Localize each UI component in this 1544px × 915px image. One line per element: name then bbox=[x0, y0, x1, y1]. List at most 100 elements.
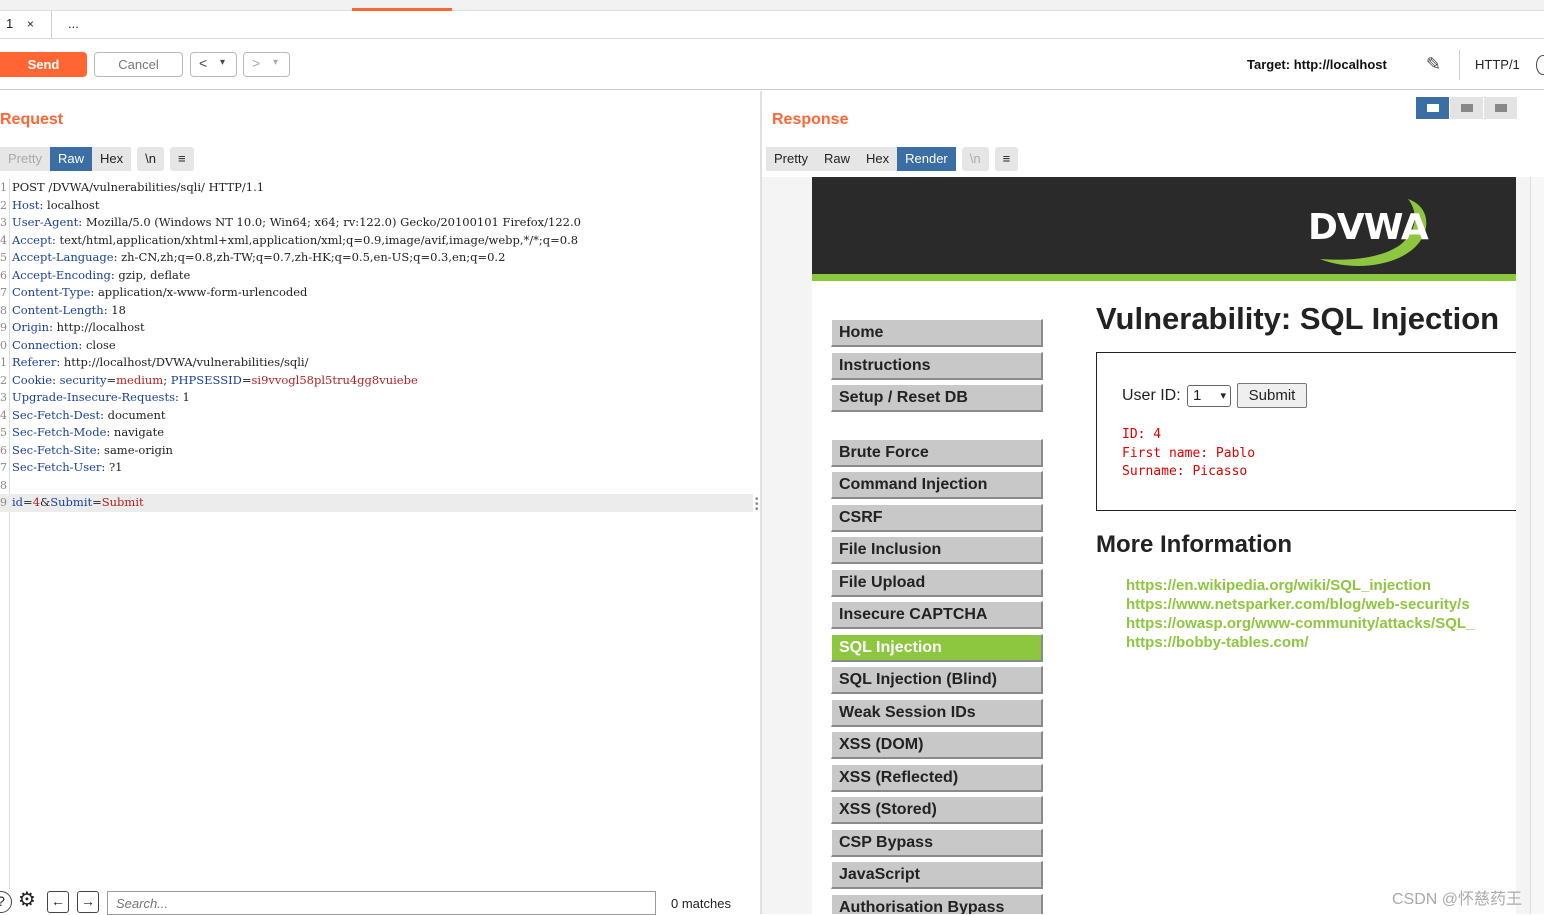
dropdown-arrow-icon[interactable]: ▾ bbox=[220, 57, 225, 68]
line-code: Connection: close bbox=[12, 337, 116, 355]
tab-hex[interactable]: Hex bbox=[91, 147, 132, 171]
info-link[interactable]: https://www.netsparker.com/blog/web-secu… bbox=[1126, 596, 1516, 615]
editor-line[interactable]: 2 Cookie: security=medium; PHPSESSID=si9v… bbox=[0, 372, 753, 390]
repeater-tab-1[interactable]: 1 × bbox=[0, 11, 52, 38]
cancel-button[interactable]: Cancel bbox=[94, 52, 183, 77]
line-number: 7 bbox=[0, 286, 7, 299]
editor-line[interactable]: 7 Content-Type: application/x-www-form-ur… bbox=[0, 284, 753, 302]
menu-icon[interactable]: ≡ bbox=[994, 147, 1019, 171]
menu-item-insecure-captcha[interactable]: Insecure CAPTCHA bbox=[831, 601, 1043, 629]
newline-toggle[interactable]: \n bbox=[137, 147, 164, 171]
editor-line[interactable]: 0 Connection: close bbox=[0, 337, 753, 355]
tab-raw[interactable]: Raw bbox=[815, 147, 858, 171]
menu-item-weak-session-ids[interactable]: Weak Session IDs bbox=[831, 698, 1043, 727]
header-sep: : bbox=[51, 232, 60, 247]
menu-item-brute-force[interactable]: Brute Force bbox=[831, 438, 1043, 467]
pencil-icon[interactable]: ✎ bbox=[1426, 54, 1441, 75]
menu-item-instructions[interactable]: Instructions bbox=[831, 351, 1043, 380]
split-horizontal-icon[interactable] bbox=[1450, 97, 1483, 119]
editor-line[interactable]: 1 Referer: http://localhost/DVWA/vulnerab… bbox=[0, 354, 753, 372]
menu-item-file-inclusion[interactable]: File Inclusion bbox=[831, 536, 1043, 564]
menu-item-javascript[interactable]: JavaScript bbox=[831, 861, 1043, 889]
history-forward-button[interactable]: > ▾ bbox=[243, 52, 290, 77]
request-editor[interactable]: 1 POST /DVWA/vulnerabilities/sqli/ HTTP/1… bbox=[0, 179, 753, 889]
dropdown-arrow-icon[interactable]: ▾ bbox=[273, 57, 278, 68]
help-icon[interactable]: ? bbox=[0, 891, 12, 913]
render-view: DVWA Home Instructions Setup / Reset DB Bru… bbox=[762, 177, 1530, 914]
editor-line[interactable]: 2 Host: localhost bbox=[0, 197, 753, 215]
line-code: Upgrade-Insecure-Requests: 1 bbox=[12, 389, 190, 407]
submit-button[interactable]: Submit bbox=[1237, 383, 1307, 408]
editor-line[interactable]: 6 Accept-Encoding: gzip, deflate bbox=[0, 267, 753, 285]
line-code: Sec-Fetch-User: ?1 bbox=[12, 459, 122, 477]
tab-render[interactable]: Render bbox=[897, 147, 956, 171]
tab-more[interactable]: ... bbox=[62, 11, 92, 38]
single-pane-icon[interactable] bbox=[1484, 97, 1517, 119]
tab-pretty[interactable]: Pretty bbox=[766, 147, 816, 171]
line-code: Sec-Fetch-Dest: document bbox=[12, 407, 165, 425]
tab-raw[interactable]: Raw bbox=[49, 147, 92, 171]
history-back-button[interactable]: < ▾ bbox=[190, 52, 237, 77]
editor-line[interactable]: 4 Sec-Fetch-Dest: document bbox=[0, 407, 753, 425]
editor-line[interactable]: 6 Sec-Fetch-Site: same-origin bbox=[0, 442, 753, 460]
arrow-left-icon[interactable]: ← bbox=[47, 891, 69, 913]
editor-line[interactable]: 8 bbox=[0, 477, 753, 495]
line-number: 1 bbox=[0, 181, 7, 194]
editor-line[interactable]: 1 POST /DVWA/vulnerabilities/sqli/ HTTP/1… bbox=[0, 179, 753, 197]
editor-line[interactable]: 5 Accept-Language: zh-CN,zh;q=0.8,zh-TW;q… bbox=[0, 249, 753, 267]
editor-line[interactable]: 9 Origin: http://localhost bbox=[0, 319, 753, 337]
menu-icon[interactable]: ≡ bbox=[169, 147, 194, 171]
editor-line[interactable]: 7 Sec-Fetch-User: ?1 bbox=[0, 459, 753, 477]
request-title: Request bbox=[0, 111, 64, 128]
menu-item-xss-dom[interactable]: XSS (DOM) bbox=[831, 731, 1043, 759]
menu-item-file-upload[interactable]: File Upload bbox=[831, 568, 1043, 597]
info-link[interactable]: https://owasp.org/www-community/attacks/… bbox=[1126, 615, 1516, 634]
newline-toggle[interactable]: \n bbox=[961, 147, 989, 171]
editor-line[interactable]: 8 Content-Length: 18 bbox=[0, 302, 753, 320]
menu-item-setup-reset-db[interactable]: Setup / Reset DB bbox=[831, 384, 1043, 412]
arrow-right-icon[interactable]: → bbox=[77, 891, 99, 913]
menu-item-xss-reflected[interactable]: XSS (Reflected) bbox=[831, 763, 1043, 792]
menu-item-csrf[interactable]: CSRF bbox=[831, 503, 1043, 532]
header-sep: : bbox=[56, 355, 64, 369]
header-name: Connection bbox=[12, 337, 79, 352]
send-button[interactable]: Send bbox=[0, 52, 87, 77]
editor-line[interactable]: 4 Accept: text/html,application/xhtml+xml… bbox=[0, 232, 753, 250]
tab-pretty[interactable]: Pretty bbox=[0, 147, 50, 171]
vulnerability-form-box: User ID: 1 ▾ Submit ID: 4 First name: Pabl… bbox=[1096, 352, 1516, 511]
editor-line[interactable]: 9 id=4&Submit=Submit bbox=[0, 494, 753, 512]
editor-line[interactable]: 3 Upgrade-Insecure-Requests: 1 bbox=[0, 389, 753, 407]
menu-item-authorisation-bypass[interactable]: Authorisation Bypass bbox=[831, 893, 1043, 914]
header-name: Content-Type bbox=[12, 285, 91, 299]
tab-label: 1 bbox=[6, 16, 14, 31]
menu-item-command-injection[interactable]: Command Injection bbox=[831, 471, 1043, 499]
menu-item-home[interactable]: Home bbox=[831, 319, 1043, 347]
help-icon[interactable] bbox=[1536, 55, 1544, 75]
response-scrollbar[interactable] bbox=[1530, 177, 1544, 914]
close-icon[interactable]: × bbox=[27, 17, 34, 31]
body-token: id bbox=[12, 495, 24, 509]
query-result: ID: 4 First name: Pablo Surname: Picasso bbox=[1122, 426, 1255, 482]
splitter-handle-icon[interactable]: • • • bbox=[755, 495, 759, 515]
line-code: Accept: text/html,application/xhtml+xml,… bbox=[12, 232, 578, 250]
info-link[interactable]: https://en.wikipedia.org/wiki/SQL_inject… bbox=[1126, 577, 1516, 596]
header-value: ?1 bbox=[108, 460, 123, 474]
tab-hex[interactable]: Hex bbox=[857, 147, 898, 171]
header-sep: : bbox=[78, 337, 86, 352]
http-version-label[interactable]: HTTP/1 bbox=[1475, 57, 1520, 72]
watermark: CSDN @怀慈药王 bbox=[1392, 891, 1523, 908]
header-value: localhost bbox=[47, 197, 100, 212]
menu-item-csp-bypass[interactable]: CSP Bypass bbox=[831, 828, 1043, 857]
response-view-tabs: Pretty Raw Hex Render \n ≡ bbox=[766, 147, 1019, 171]
menu-item-xss-stored[interactable]: XSS (Stored) bbox=[831, 796, 1043, 824]
split-vertical-icon[interactable] bbox=[1416, 97, 1449, 119]
user-id-select[interactable]: 1 ▾ bbox=[1187, 385, 1231, 407]
editor-line[interactable]: 3 User-Agent: Mozilla/5.0 (Windows NT 10.… bbox=[0, 214, 753, 232]
menu-item-sql-injection-blind[interactable]: SQL Injection (Blind) bbox=[831, 666, 1043, 694]
info-link[interactable]: https://bobby-tables.com/ bbox=[1126, 634, 1516, 653]
search-input[interactable] bbox=[107, 891, 656, 915]
gear-icon[interactable]: ⚙ bbox=[16, 890, 38, 913]
editor-line[interactable]: 5 Sec-Fetch-Mode: navigate bbox=[0, 424, 753, 442]
menu-item-sql-injection[interactable]: SQL Injection bbox=[831, 633, 1043, 662]
repeater-tab-row: 1 × ... bbox=[0, 11, 1544, 39]
